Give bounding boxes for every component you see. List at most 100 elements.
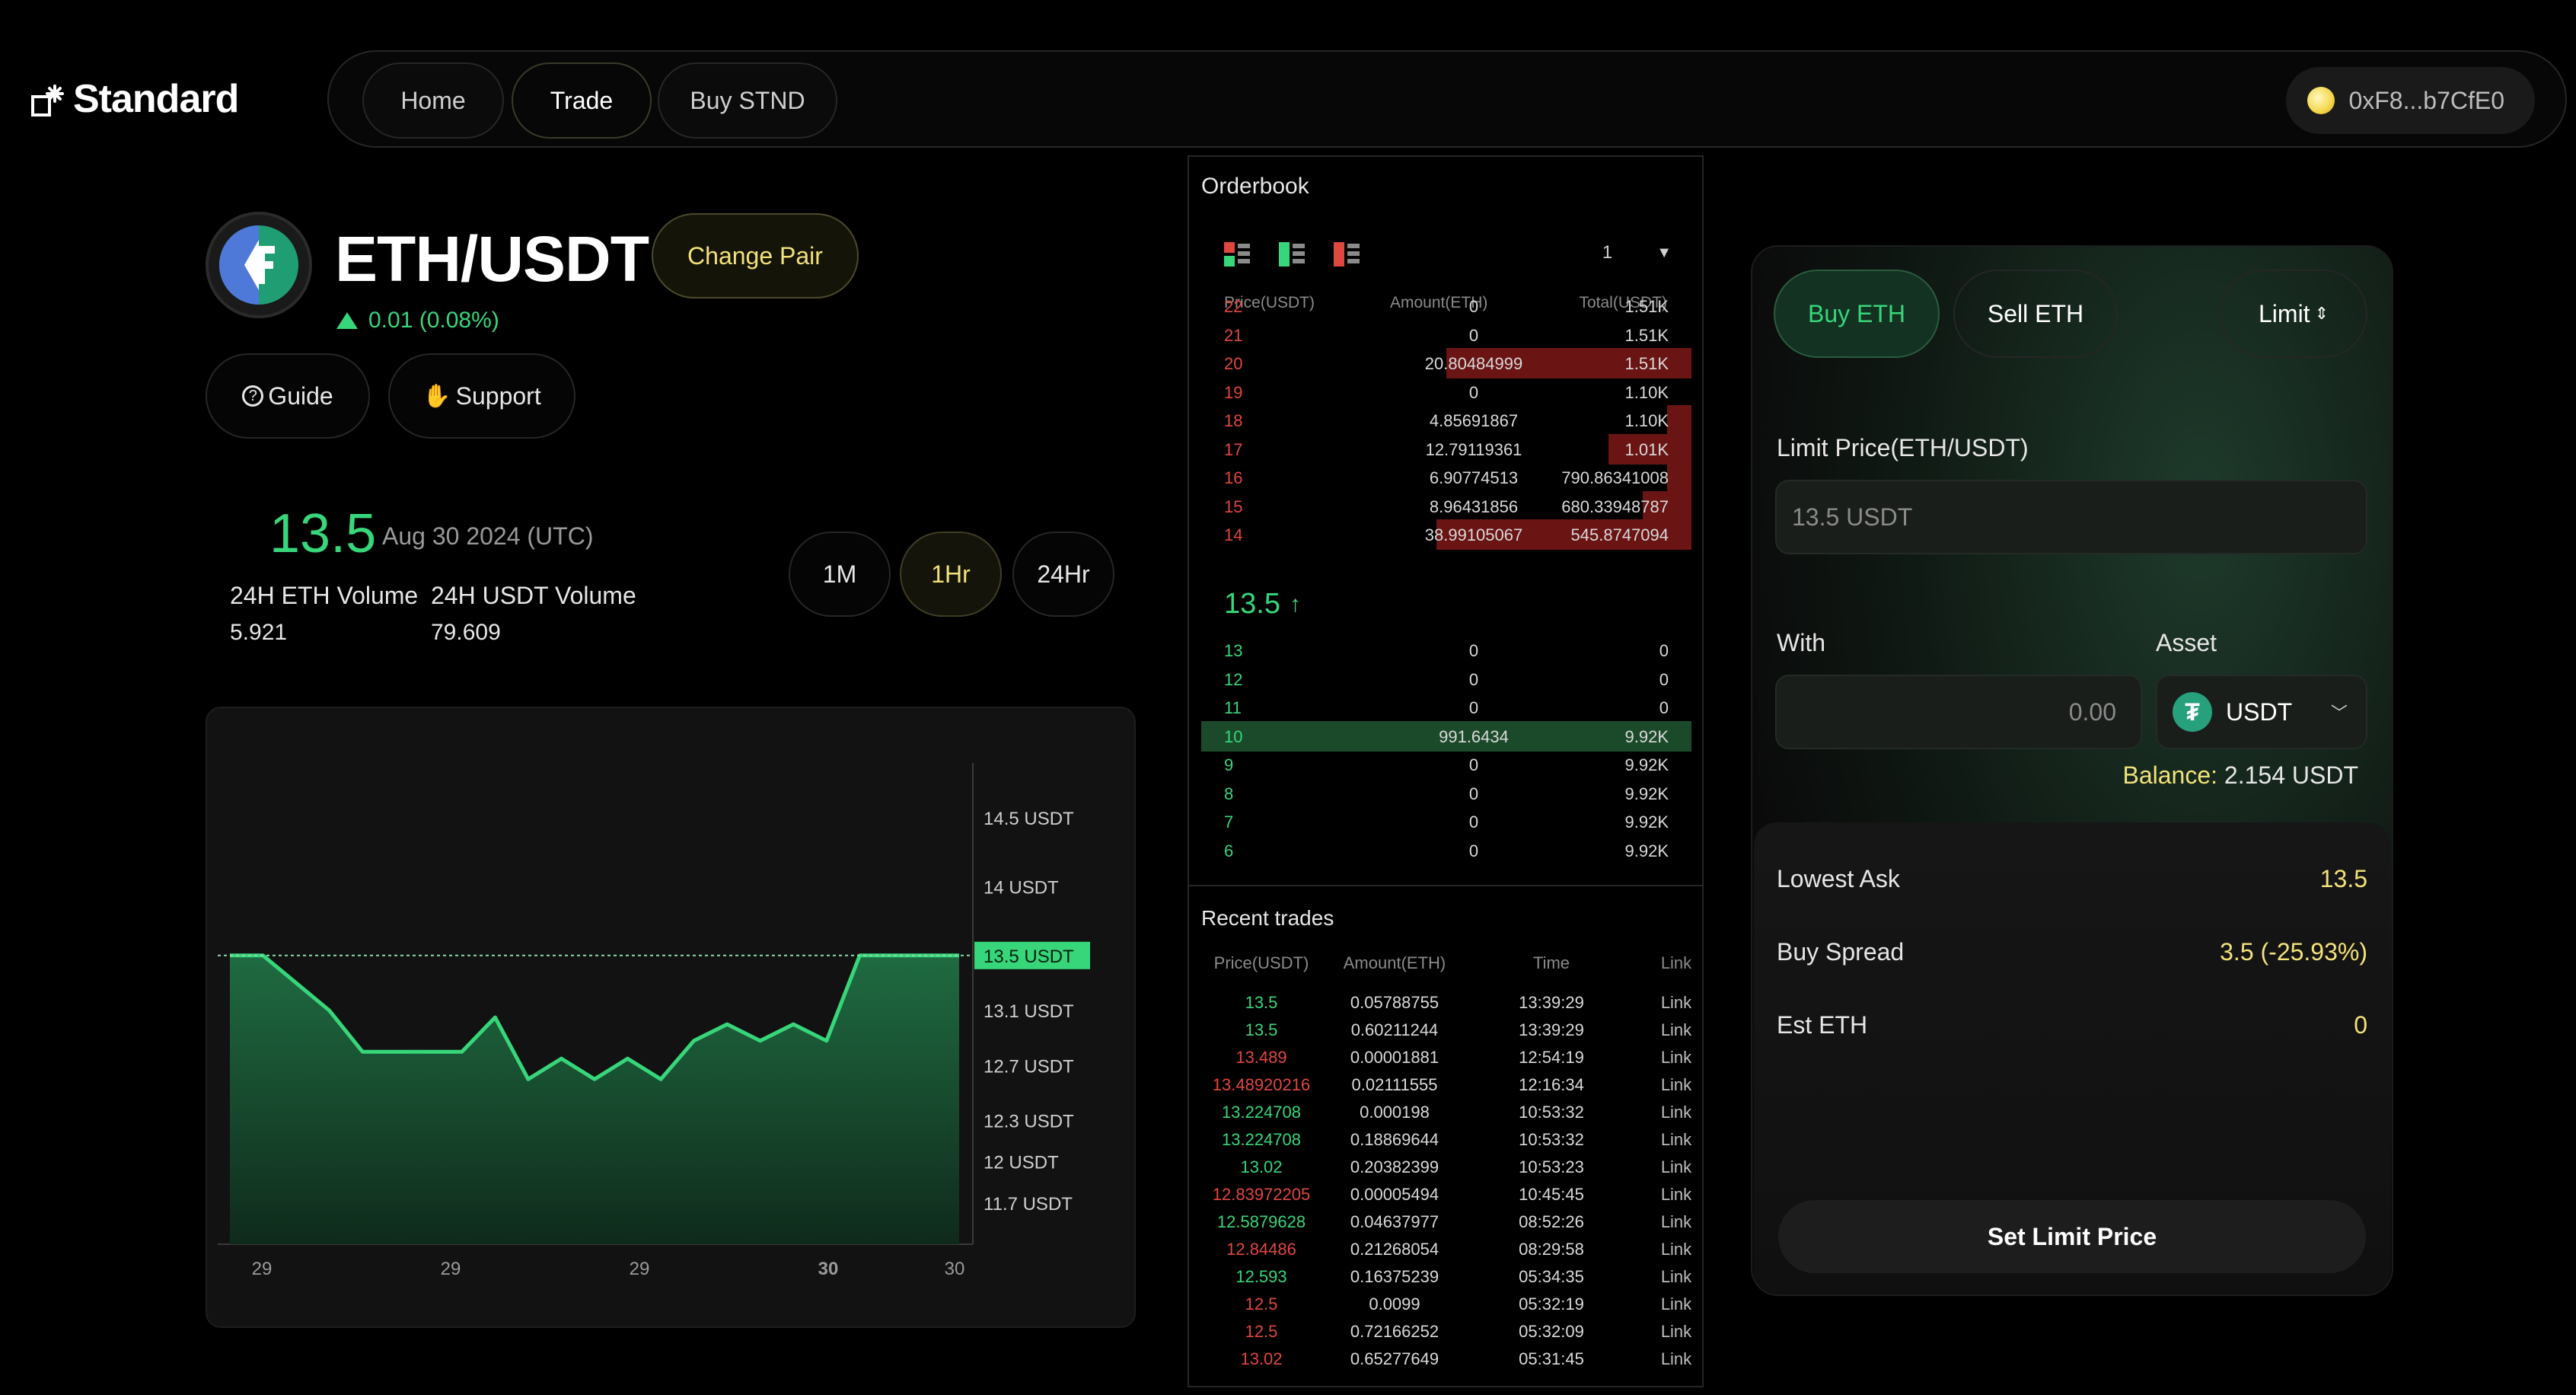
top-navbar: Home Trade Buy STND 0xF8...b7CfE0: [327, 50, 2567, 148]
bid-row[interactable]: 9 0 9.92K: [1201, 749, 1691, 780]
support-button[interactable]: ✋ Support: [388, 353, 575, 439]
price-change: 0.01 (0.08%): [336, 308, 499, 334]
ask-total: 1.10K: [1624, 382, 1669, 402]
change-pair-button[interactable]: Change Pair: [652, 213, 859, 298]
trade-link[interactable]: Link: [1615, 1240, 1737, 1259]
lowest-ask-row: Lowest Ask 13.5: [1777, 865, 2367, 893]
trade-link[interactable]: Link: [1615, 1130, 1737, 1150]
trade-link[interactable]: Link: [1615, 993, 1737, 1013]
guide-button[interactable]: ? Guide: [206, 353, 370, 439]
trade-link[interactable]: Link: [1615, 1294, 1737, 1314]
bid-price: 8: [1224, 784, 1234, 803]
timeframe-1m[interactable]: 1M: [789, 532, 891, 617]
trade-time: 10:45:45: [1519, 1185, 1584, 1204]
trade-link[interactable]: Link: [1615, 1020, 1737, 1040]
ask-price: 16: [1224, 468, 1243, 487]
trade-amount: 0.000198: [1360, 1103, 1430, 1122]
price-chart[interactable]: 14.5 USDT 14 USDT 13.1 USDT 12.7 USDT 12.3 U…: [206, 707, 1136, 1328]
ask-row[interactable]: 14 38.99105067 545.8747094: [1201, 519, 1691, 550]
ask-price: 21: [1224, 325, 1243, 345]
timeframe-24hr[interactable]: 24Hr: [1012, 532, 1114, 617]
up-arrow-icon: [336, 312, 358, 329]
ask-row[interactable]: 15 8.96431856 680.33948787: [1201, 490, 1691, 522]
rt-header-price: Price(USDT): [1213, 953, 1309, 972]
sell-eth-tab[interactable]: Sell ETH: [1953, 270, 2118, 358]
trade-link[interactable]: Link: [1615, 1267, 1737, 1287]
trade-price: 12.83972205: [1212, 1185, 1311, 1204]
depth-select[interactable]: 1 ▼: [1602, 242, 1672, 263]
trade-link[interactable]: Link: [1615, 1322, 1737, 1342]
y-tick-label: 12.7 USDT: [984, 1056, 1074, 1077]
trade-link[interactable]: Link: [1615, 1103, 1737, 1122]
price-change-value: 0.01 (0.08%): [368, 308, 499, 333]
bid-row[interactable]: 11 0 0: [1201, 692, 1691, 723]
trade-link[interactable]: Link: [1615, 1157, 1737, 1177]
nav-tab-home[interactable]: Home: [362, 62, 504, 139]
eth-volume-value: 5.921: [230, 620, 288, 645]
ask-total: 1.51K: [1624, 297, 1669, 316]
ask-total: 1.51K: [1624, 325, 1669, 345]
ask-row[interactable]: 20 20.80484999 1.51K: [1201, 348, 1691, 378]
timeframe-1hr[interactable]: 1Hr: [900, 532, 1002, 617]
brand-logo[interactable]: Standard: [30, 76, 239, 122]
asset-select[interactable]: ₮ USDT ﹀: [2156, 675, 2367, 749]
wallet-button[interactable]: 0xF8...b7CfE0: [2286, 67, 2535, 134]
bid-row[interactable]: 7 0 9.92K: [1201, 806, 1691, 837]
ask-row[interactable]: 22 0 1.51K: [1201, 291, 1691, 321]
orderbook-panel: Orderbook 1 ▼ Price(USDT) Amount(ETH) To…: [1188, 155, 1704, 1387]
with-amount-input[interactable]: 0.00: [1775, 675, 2142, 749]
set-limit-price-button[interactable]: Set Limit Price: [1778, 1200, 2366, 1273]
view-both-icon[interactable]: [1224, 242, 1250, 268]
bid-row[interactable]: 12 0 0: [1201, 664, 1691, 694]
nav-tab-buy-stnd[interactable]: Buy STND: [658, 62, 837, 139]
trade-amount: 0.60211244: [1350, 1020, 1439, 1039]
bid-amount: 0: [1468, 641, 1479, 660]
bid-total: 0: [1659, 669, 1669, 689]
view-bids-icon[interactable]: [1279, 242, 1305, 268]
trade-price: 12.5879628: [1216, 1212, 1306, 1231]
trade-link[interactable]: Link: [1615, 1048, 1737, 1068]
nav-tab-trade[interactable]: Trade: [512, 62, 652, 139]
asset-label: Asset: [2156, 629, 2217, 656]
bid-row[interactable]: 8 0 9.92K: [1201, 778, 1691, 809]
x-tick-label: 29: [630, 1259, 650, 1279]
ask-amount: 20.80484999: [1424, 354, 1523, 373]
trade-amount: 0.16375239: [1350, 1267, 1439, 1286]
trade-link[interactable]: Link: [1615, 1075, 1737, 1095]
balance-label: Balance:: [2122, 761, 2218, 789]
lowest-ask-label: Lowest Ask: [1777, 865, 1900, 892]
ask-row[interactable]: 21 0 1.51K: [1201, 320, 1691, 350]
trade-time: 05:31:45: [1519, 1349, 1584, 1368]
trade-link[interactable]: Link: [1615, 1185, 1737, 1205]
ask-price: 22: [1224, 297, 1243, 316]
ask-row[interactable]: 17 12.79119361 1.01K: [1201, 433, 1691, 464]
ask-row[interactable]: 18 4.85691867 1.10K: [1201, 405, 1691, 436]
view-asks-icon[interactable]: [1334, 242, 1360, 268]
ask-amount: 12.79119361: [1425, 439, 1522, 459]
trade-time: 10:53:32: [1519, 1103, 1584, 1122]
bid-row[interactable]: 13 0 0: [1201, 635, 1691, 666]
trade-amount: 0.05788755: [1350, 993, 1439, 1012]
x-tick-label: 30: [818, 1259, 839, 1279]
limit-price-input[interactable]: 13.5 USDT: [1775, 480, 2367, 554]
trade-amount: 0.00005494: [1350, 1185, 1439, 1204]
rt-header-link: Link: [1660, 953, 1692, 972]
price-date: Aug 30 2024 (UTC): [382, 522, 594, 550]
trade-time: 08:29:58: [1519, 1240, 1584, 1259]
trade-link[interactable]: Link: [1615, 1349, 1737, 1369]
trade-amount: 0.18869644: [1350, 1130, 1439, 1149]
balance: Balance: 2.154 USDT: [2123, 761, 2359, 790]
trade-row: 12.83972205 0.00005494 10:45:45 Link: [1189, 1182, 1705, 1209]
ask-row[interactable]: 16 6.90774513 790.86341008: [1201, 462, 1691, 493]
est-eth-row: Est ETH 0: [1777, 1011, 2367, 1039]
bid-total: 9.92K: [1624, 784, 1669, 803]
buy-eth-tab[interactable]: Buy ETH: [1774, 270, 1940, 358]
bid-row[interactable]: 10 991.6434 9.92K: [1201, 720, 1691, 752]
ask-row[interactable]: 19 0 1.10K: [1201, 377, 1691, 407]
current-price: 13.5: [269, 503, 377, 564]
trade-time: 12:16:34: [1519, 1075, 1584, 1094]
bid-row[interactable]: 6 0 9.92K: [1201, 835, 1691, 866]
trade-price: 13.224708: [1222, 1130, 1301, 1149]
order-type-select[interactable]: Limit ⇕: [2220, 270, 2367, 358]
trade-link[interactable]: Link: [1615, 1212, 1737, 1232]
